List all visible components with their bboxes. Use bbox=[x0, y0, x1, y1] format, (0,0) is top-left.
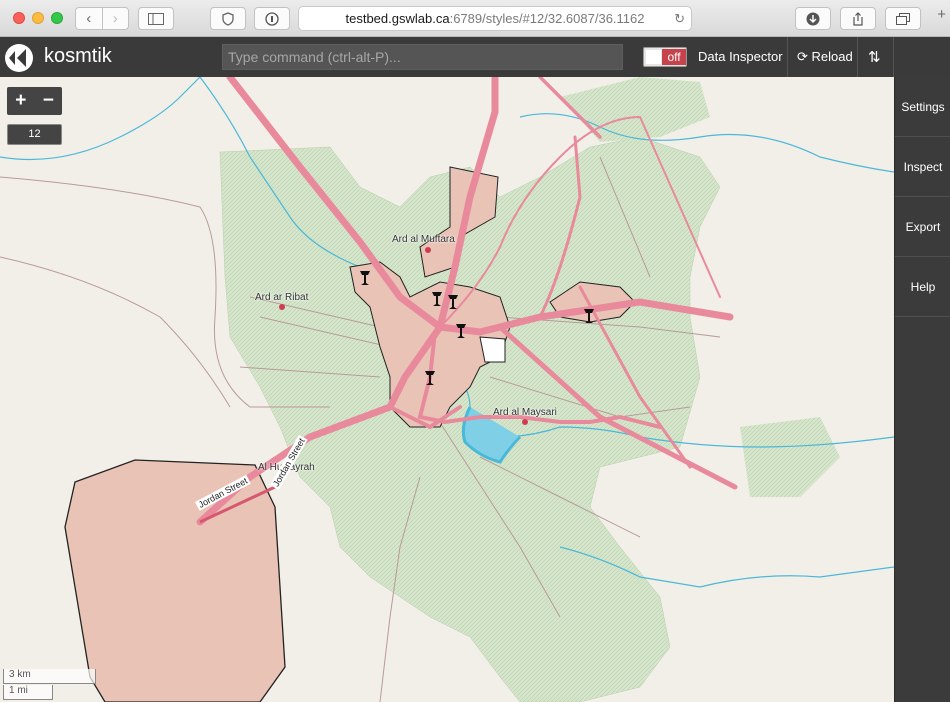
back-icon[interactable]: ‹ bbox=[76, 8, 102, 29]
app-header: kosmtik off Data Inspector ⟳ Reload ⇅ bbox=[0, 37, 950, 77]
data-inspector-toggle[interactable]: off bbox=[643, 47, 687, 67]
sidebar-icon bbox=[148, 12, 164, 25]
tabs-overview-button[interactable] bbox=[885, 7, 921, 30]
place-label: Ard al Muftara bbox=[392, 234, 455, 245]
toggle-knob bbox=[646, 50, 661, 64]
reader-button[interactable] bbox=[254, 7, 290, 30]
zoom-out-button[interactable]: − bbox=[35, 87, 63, 115]
info-icon bbox=[265, 11, 279, 26]
sidebar-toggle-button[interactable] bbox=[138, 7, 174, 30]
new-tab-icon[interactable]: + bbox=[937, 6, 946, 23]
url-path: :6789/styles/#12/32.6087/36.1162 bbox=[449, 11, 645, 26]
place-label: Ard ar Ribat bbox=[255, 292, 309, 303]
sidebar-item-settings[interactable]: Settings bbox=[895, 77, 950, 137]
command-input[interactable] bbox=[222, 44, 623, 70]
scale-bar-metric: 3 km bbox=[3, 669, 96, 684]
urban-block bbox=[479, 336, 506, 363]
header-divider bbox=[857, 37, 858, 77]
place-label: Ard al Maysari bbox=[493, 407, 557, 418]
reload-icon: ⟳ bbox=[797, 49, 808, 64]
sidebar-item-help[interactable]: Help bbox=[895, 257, 950, 317]
app-brand: kosmtik bbox=[44, 45, 112, 67]
tabs-icon bbox=[896, 12, 910, 25]
close-window-button[interactable] bbox=[13, 12, 25, 24]
map-graphics bbox=[0, 77, 894, 702]
sidebar-item-inspect[interactable]: Inspect bbox=[895, 137, 950, 197]
browser-toolbar: ‹ › testbed.gswlab.ca:6789/styles/#12/32… bbox=[0, 0, 950, 37]
privacy-button[interactable] bbox=[210, 7, 246, 30]
zoom-in-button[interactable]: + bbox=[7, 87, 35, 115]
forward-icon[interactable]: › bbox=[101, 8, 129, 29]
address-bar[interactable]: testbed.gswlab.ca:6789/styles/#12/32.608… bbox=[298, 6, 692, 31]
data-inspector-label[interactable]: Data Inspector bbox=[698, 49, 783, 64]
share-button[interactable] bbox=[840, 7, 876, 30]
map-canvas[interactable]: + − 12 Ard al Muftara Ard ar Ribat Ard a… bbox=[0, 77, 894, 702]
header-divider bbox=[893, 37, 894, 77]
history-nav: ‹ › bbox=[75, 7, 129, 30]
reload-button[interactable]: ⟳ Reload bbox=[797, 49, 853, 65]
farmland-area bbox=[560, 77, 710, 142]
farmland-area bbox=[740, 417, 840, 497]
minimize-window-button[interactable] bbox=[32, 12, 44, 24]
kosmtik-logo-icon bbox=[5, 44, 33, 72]
url-host: testbed.gswlab.ca bbox=[345, 11, 450, 26]
reload-label: Reload bbox=[811, 49, 853, 64]
place-marker bbox=[425, 247, 431, 253]
right-sidebar: Settings Inspect Export Help bbox=[894, 77, 950, 702]
swap-vertical-icon[interactable]: ⇅ bbox=[868, 48, 881, 66]
toggle-state-label: off bbox=[662, 49, 686, 65]
zoom-window-button[interactable] bbox=[51, 12, 63, 24]
zoom-level-indicator: 12 bbox=[7, 124, 62, 145]
download-icon bbox=[806, 12, 820, 25]
share-icon bbox=[853, 11, 863, 26]
shield-icon bbox=[222, 11, 234, 26]
scale-bar-imperial: 1 mi bbox=[3, 685, 53, 700]
reload-page-icon[interactable]: ↻ bbox=[674, 11, 685, 27]
place-marker bbox=[279, 304, 285, 310]
sidebar-item-export[interactable]: Export bbox=[895, 197, 950, 257]
header-divider bbox=[787, 37, 788, 77]
zoom-controls: + − bbox=[7, 87, 62, 115]
place-marker bbox=[522, 419, 528, 425]
downloads-button[interactable] bbox=[795, 7, 831, 30]
